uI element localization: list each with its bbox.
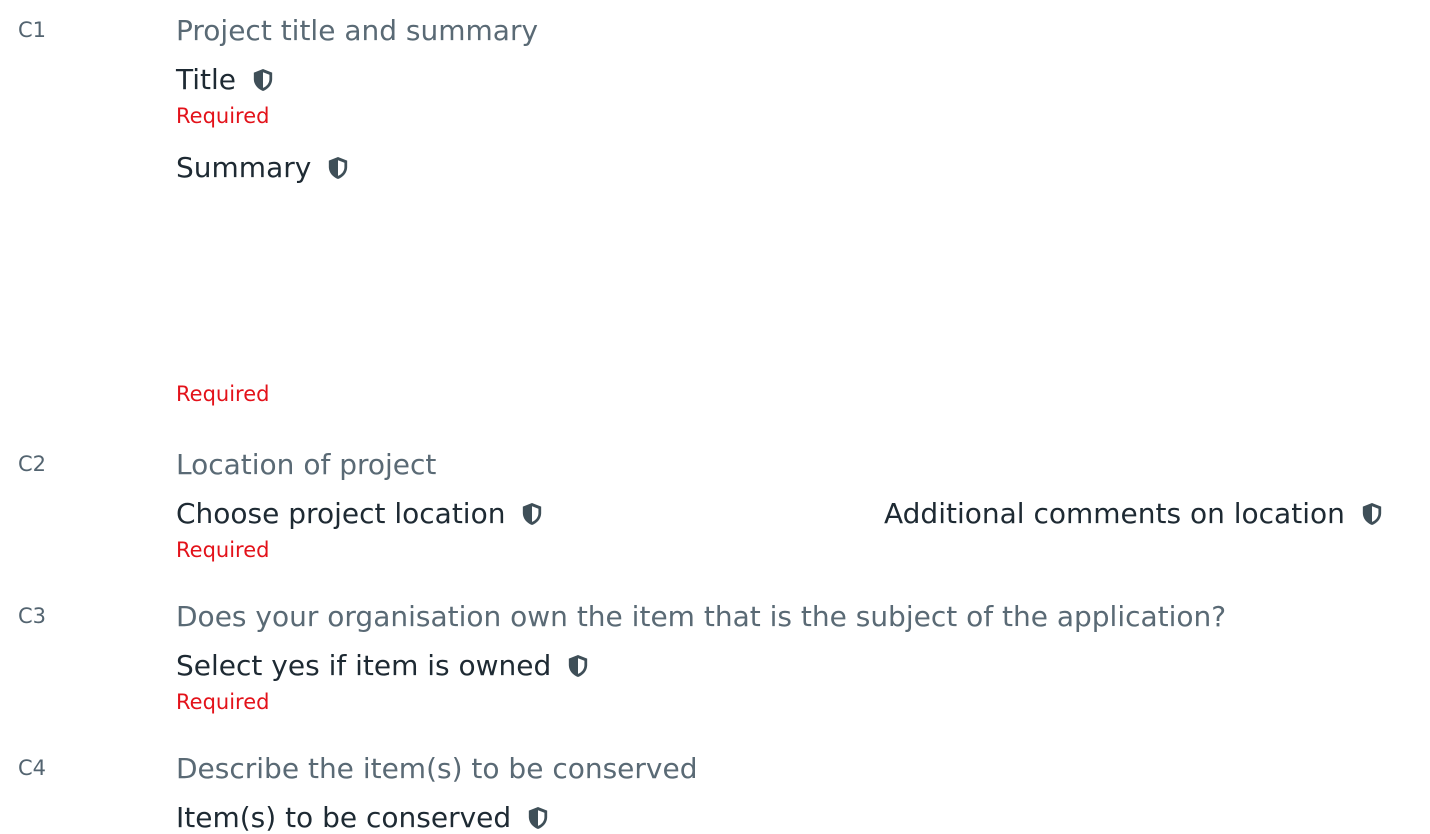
required-message: Required [176,382,270,406]
field-label-text: Title [176,63,237,96]
section-title: Location of project [176,448,437,481]
location-comments-field-label: Additional comments on location [884,500,1383,528]
section-number: C4 [18,756,47,780]
field-label-text: Choose project location [176,497,506,530]
items-conserved-field-label: Item(s) to be conserved [176,804,549,832]
shield-icon [527,806,549,830]
section-title: Describe the item(s) to be conserved [176,752,698,785]
field-label-text: Item(s) to be conserved [176,801,512,834]
title-field-label: Title [176,66,274,94]
section-number: C3 [18,604,47,628]
shield-icon [252,68,274,92]
summary-field-label: Summary [176,154,349,182]
shield-icon [567,654,589,678]
required-message: Required [176,538,270,562]
required-message: Required [176,104,270,128]
shield-icon [521,502,543,526]
field-label-text: Summary [176,151,312,184]
section-title: Does your organisation own the item that… [176,600,1227,633]
section-number: C2 [18,452,47,476]
item-owned-field-label: Select yes if item is owned [176,652,589,680]
required-message: Required [176,690,270,714]
field-label-text: Select yes if item is owned [176,649,552,682]
field-label-text: Additional comments on location [884,497,1345,530]
section-number: C1 [18,18,47,42]
shield-icon [1361,502,1383,526]
shield-icon [327,156,349,180]
project-location-field-label: Choose project location [176,500,543,528]
section-title: Project title and summary [176,14,539,47]
